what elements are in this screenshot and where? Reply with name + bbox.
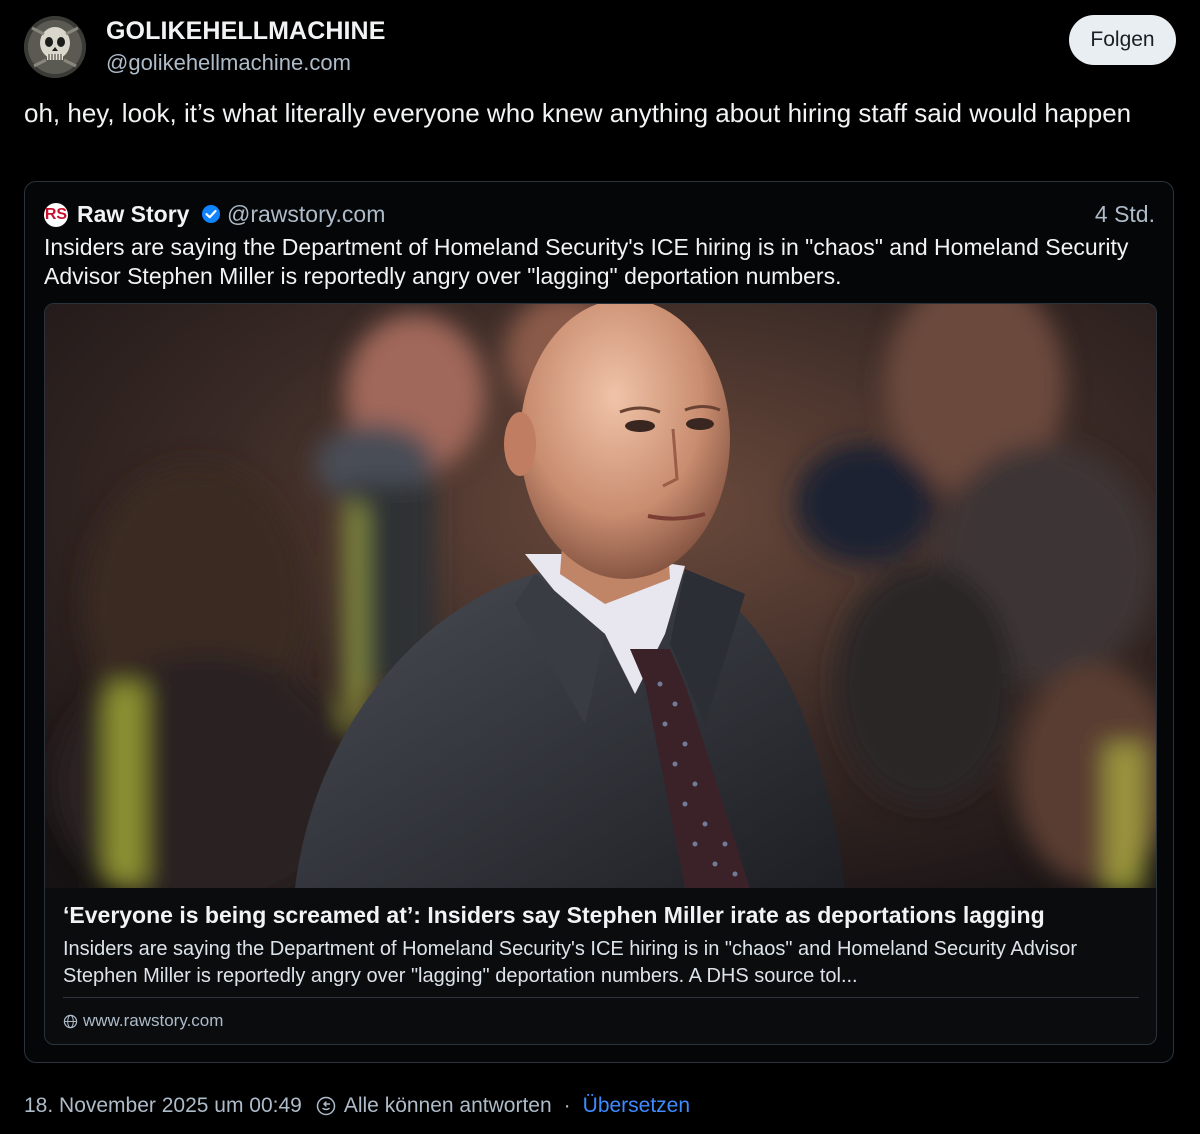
link-preview-card[interactable]: ‘Everyone is being screamed at’: Insider… [44,303,1157,1045]
follow-button[interactable]: Folgen [1069,15,1176,65]
footer-separator: · [563,1094,571,1117]
link-card-description: Insiders are saying the Department of Ho… [63,938,1078,987]
link-card-title[interactable]: ‘Everyone is being screamed at’: Insider… [63,902,1143,929]
reply-settings-icon [316,1096,336,1116]
author-handle[interactable]: @golikehellmachine.com [106,50,351,76]
link-preview-image[interactable] [45,304,1156,888]
globe-icon [63,1014,78,1029]
quote-author-handle[interactable]: @rawstory.com [227,201,385,228]
link-card-domain-text: www.rawstory.com [83,1011,224,1030]
translate-link[interactable]: Übersetzen [583,1094,690,1118]
author-avatar[interactable] [24,16,86,78]
quote-text: Insiders are saying the Department of Ho… [44,234,1129,289]
post-container: GOLIKEHELLMACHINE @golikehellmachine.com… [0,0,1200,1134]
quote-author-name[interactable]: Raw Story [77,201,189,228]
link-card-domain[interactable]: www.rawstory.com [63,1011,223,1031]
quote-timestamp[interactable]: 4 Std. [1095,201,1155,228]
skull-avatar-icon [24,16,86,78]
verified-check-icon [202,205,220,223]
rawstory-logo-icon: RS [44,203,68,227]
quoted-post[interactable]: RS Raw Story @rawstory.com 4 Std. Inside… [24,181,1174,1063]
author-display-name[interactable]: GOLIKEHELLMACHINE [106,17,385,46]
post-timestamp[interactable]: 18. November 2025 um 00:49 [24,1094,302,1118]
photo-man-in-suit [45,304,1156,888]
reply-setting-label[interactable]: Alle können antworten [344,1094,552,1118]
post-text: oh, hey, look, it’s what literally every… [24,98,1132,128]
link-card-divider [63,997,1139,998]
post-footer: 18. November 2025 um 00:49 Alle können a… [24,1092,690,1120]
